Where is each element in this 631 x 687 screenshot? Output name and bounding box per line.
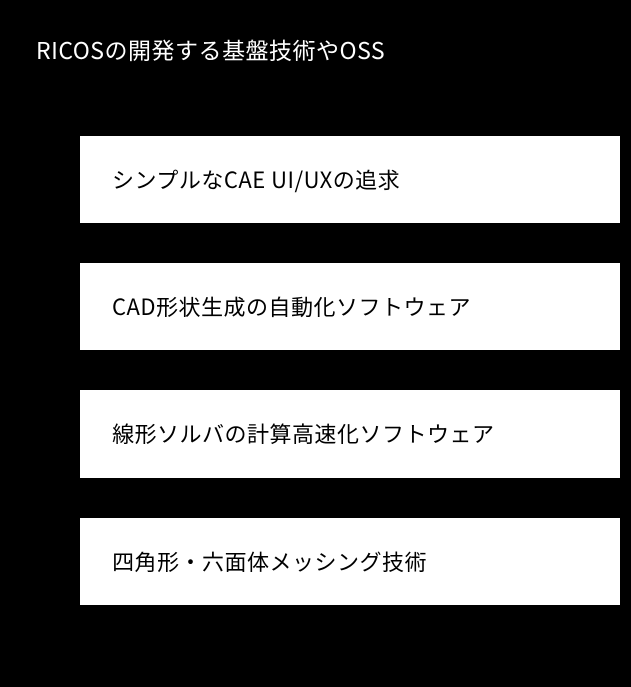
card-list: シンプルなCAE UI/UXの追求 CAD形状生成の自動化ソフトウェア 線形ソル… bbox=[0, 136, 631, 605]
page-title: RICOSの開発する基盤技術やOSS bbox=[0, 0, 631, 66]
list-item: 線形ソルバの計算高速化ソフトウェア bbox=[80, 390, 620, 477]
list-item: CAD形状生成の自動化ソフトウェア bbox=[80, 263, 620, 350]
list-item: シンプルなCAE UI/UXの追求 bbox=[80, 136, 620, 223]
list-item: 四角形・六面体メッシング技術 bbox=[80, 518, 620, 605]
